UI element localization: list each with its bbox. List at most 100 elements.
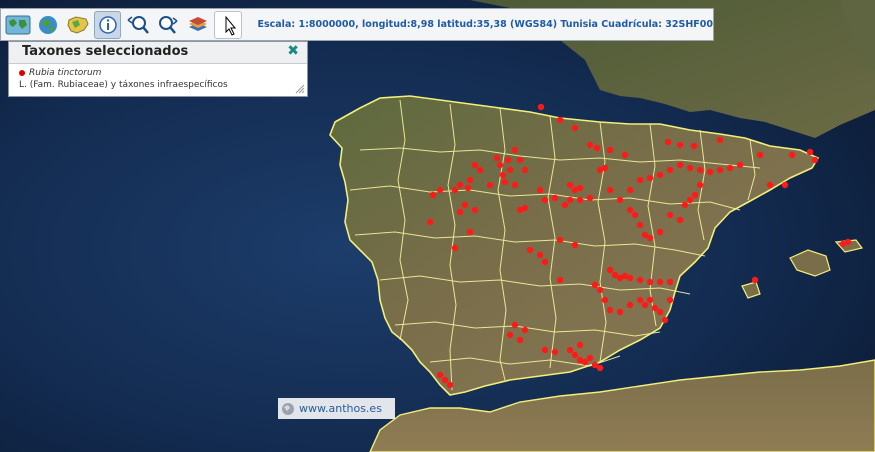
panel-header: Taxones seleccionados ✖ xyxy=(9,42,307,64)
occurrence-point xyxy=(781,181,789,189)
occurrence-point xyxy=(511,146,519,154)
occurrence-point xyxy=(646,278,654,286)
occurrence-point xyxy=(561,201,569,209)
occurrence-point xyxy=(551,348,559,356)
taxa-panel: Taxones seleccionados ✖ Rubia tinctorum … xyxy=(8,41,308,97)
resize-grip-icon[interactable] xyxy=(295,84,305,94)
occurrence-point xyxy=(616,308,624,316)
world-map-icon[interactable] xyxy=(4,11,31,39)
occurrence-point xyxy=(626,206,634,214)
occurrence-point xyxy=(616,196,624,204)
occurrence-point xyxy=(806,148,814,156)
occurrence-point xyxy=(466,176,474,184)
close-icon[interactable]: ✖ xyxy=(287,43,299,59)
occurrence-point xyxy=(429,191,437,199)
layers-icon[interactable] xyxy=(184,11,211,39)
occurrence-point xyxy=(451,186,459,194)
occurrence-point xyxy=(636,296,644,304)
occurrence-point xyxy=(446,381,454,389)
occurrence-point xyxy=(656,278,664,286)
occurrence-point xyxy=(456,181,464,189)
occurrence-point xyxy=(676,161,684,169)
occurrence-point xyxy=(691,191,699,199)
select-arrow-icon[interactable] xyxy=(214,10,242,39)
occurrence-point xyxy=(541,258,549,266)
occurrence-point xyxy=(656,228,664,236)
occurrence-point xyxy=(596,364,604,372)
occurrence-point xyxy=(476,166,484,174)
occurrence-point xyxy=(751,276,759,284)
occurrence-point xyxy=(576,196,584,204)
credit-badge[interactable]: www.anthos.es xyxy=(278,398,395,419)
occurrence-point xyxy=(811,156,819,164)
occurrence-point xyxy=(601,164,609,172)
occurrence-point xyxy=(586,141,594,149)
occurrence-point xyxy=(551,194,559,202)
occurrence-point xyxy=(591,281,599,289)
occurrence-point xyxy=(511,181,519,189)
occurrence-point xyxy=(696,166,704,174)
occurrence-point xyxy=(641,301,649,309)
occurrence-point xyxy=(566,196,574,204)
occurrence-point xyxy=(486,181,494,189)
occurrence-point xyxy=(436,186,444,194)
globe-icon xyxy=(282,402,294,415)
occurrence-point xyxy=(686,164,694,172)
occurrence-point xyxy=(504,156,512,164)
occurrence-point xyxy=(541,346,549,354)
occurrence-point xyxy=(631,211,639,219)
occurrence-point xyxy=(571,241,579,249)
occurrence-point xyxy=(526,246,534,254)
occurrence-point xyxy=(556,116,564,124)
spain-map-icon[interactable] xyxy=(64,11,91,39)
occurrence-point xyxy=(726,164,734,172)
taxon-scientific-name: Rubia tinctorum xyxy=(29,68,102,78)
occurrence-point xyxy=(766,181,774,189)
occurrence-point xyxy=(511,321,519,329)
zoom-in-icon[interactable] xyxy=(154,11,181,39)
occurrence-point xyxy=(436,371,444,379)
toolbar: Escala: 1:8000000, longitud:8,98 latitud… xyxy=(0,8,714,41)
occurrence-point xyxy=(736,161,744,169)
occurrence-point xyxy=(626,186,634,194)
occurrence-point xyxy=(606,146,614,154)
occurrence-point xyxy=(636,276,644,284)
occurrence-point xyxy=(566,181,574,189)
occurrence-point xyxy=(621,151,629,159)
occurrence-point xyxy=(516,336,524,344)
occurrence-point xyxy=(651,304,659,312)
occurrence-point xyxy=(536,251,544,259)
occurrence-point xyxy=(646,296,654,304)
occurrence-point xyxy=(666,296,674,304)
occurrence-point xyxy=(576,341,584,349)
zoom-out-icon[interactable] xyxy=(124,11,151,39)
occurrence-point xyxy=(666,166,674,174)
occurrence-point xyxy=(706,168,714,176)
occurrence-point xyxy=(676,141,684,149)
occurrence-point xyxy=(496,161,504,169)
occurrence-point xyxy=(506,331,514,339)
occurrence-point xyxy=(676,216,684,224)
occurrence-point xyxy=(537,103,545,111)
occurrence-point xyxy=(656,308,664,316)
occurrence-point xyxy=(656,171,664,179)
occurrence-point xyxy=(501,178,509,186)
occurrence-point xyxy=(646,234,654,242)
occurrence-point xyxy=(516,156,524,164)
info-icon[interactable] xyxy=(94,10,122,39)
credit-link[interactable]: www.anthos.es xyxy=(299,402,382,415)
occurrence-point xyxy=(506,166,514,174)
taxon-legend-item: Rubia tinctorum L. (Fam. Rubiaceae) y tá… xyxy=(9,64,307,91)
occurrence-point xyxy=(636,176,644,184)
occurrence-point xyxy=(788,151,796,159)
occurrence-point xyxy=(571,124,579,132)
occurrence-point xyxy=(664,138,672,146)
map-status-readout: Escala: 1:8000000, longitud:8,98 latitud… xyxy=(257,19,714,30)
occurrence-point xyxy=(576,184,584,192)
occurrence-point xyxy=(556,236,564,244)
occurrence-point xyxy=(593,144,601,152)
occurrence-point xyxy=(666,278,674,286)
globe-icon[interactable] xyxy=(34,11,61,39)
occurrence-point xyxy=(686,196,694,204)
occurrence-point xyxy=(536,186,544,194)
